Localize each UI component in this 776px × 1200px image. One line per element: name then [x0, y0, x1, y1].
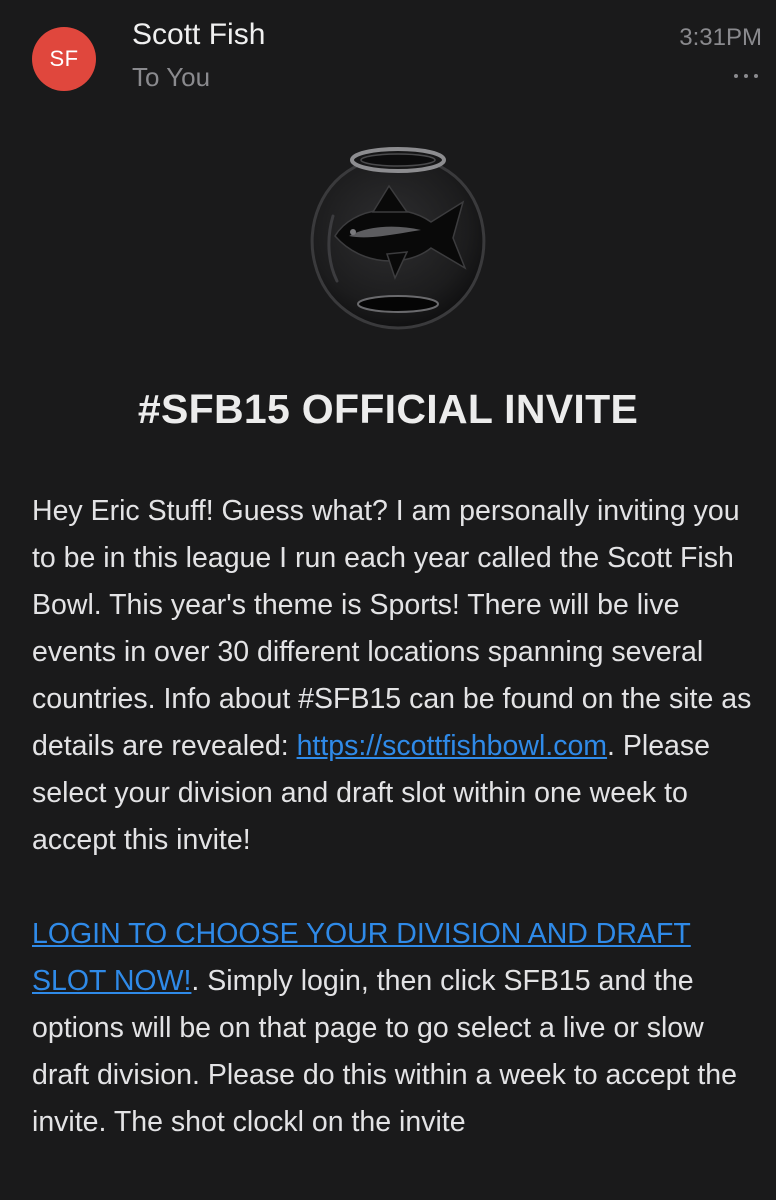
- sender-name[interactable]: Scott Fish: [132, 18, 265, 52]
- sender-avatar[interactable]: SF: [32, 27, 96, 91]
- email-title: #SFB15 OFFICIAL INVITE: [137, 386, 639, 432]
- login-paragraph: LOGIN TO CHOOSE YOUR DIVISION AND DRAFT …: [32, 911, 752, 1146]
- intro-text: Hey Eric Stuff! Guess what? I am persona…: [32, 495, 752, 762]
- timestamp: 3:31PM: [679, 24, 762, 51]
- email-header: SF Scott Fish To You 3:31PM: [0, 0, 776, 120]
- email-view: SF Scott Fish To You 3:31PM #SFB15 OFFIC…: [0, 0, 776, 1200]
- more-options-icon[interactable]: [734, 68, 758, 84]
- site-link[interactable]: https://scottfishbowl.com: [297, 730, 607, 762]
- email-body: Hey Eric Stuff! Guess what? I am persona…: [32, 488, 752, 1146]
- intro-paragraph: Hey Eric Stuff! Guess what? I am persona…: [32, 488, 752, 864]
- avatar-initials: SF: [49, 46, 79, 71]
- recipient-label[interactable]: To You: [132, 62, 210, 93]
- fishbowl-logo-icon: [310, 147, 486, 330]
